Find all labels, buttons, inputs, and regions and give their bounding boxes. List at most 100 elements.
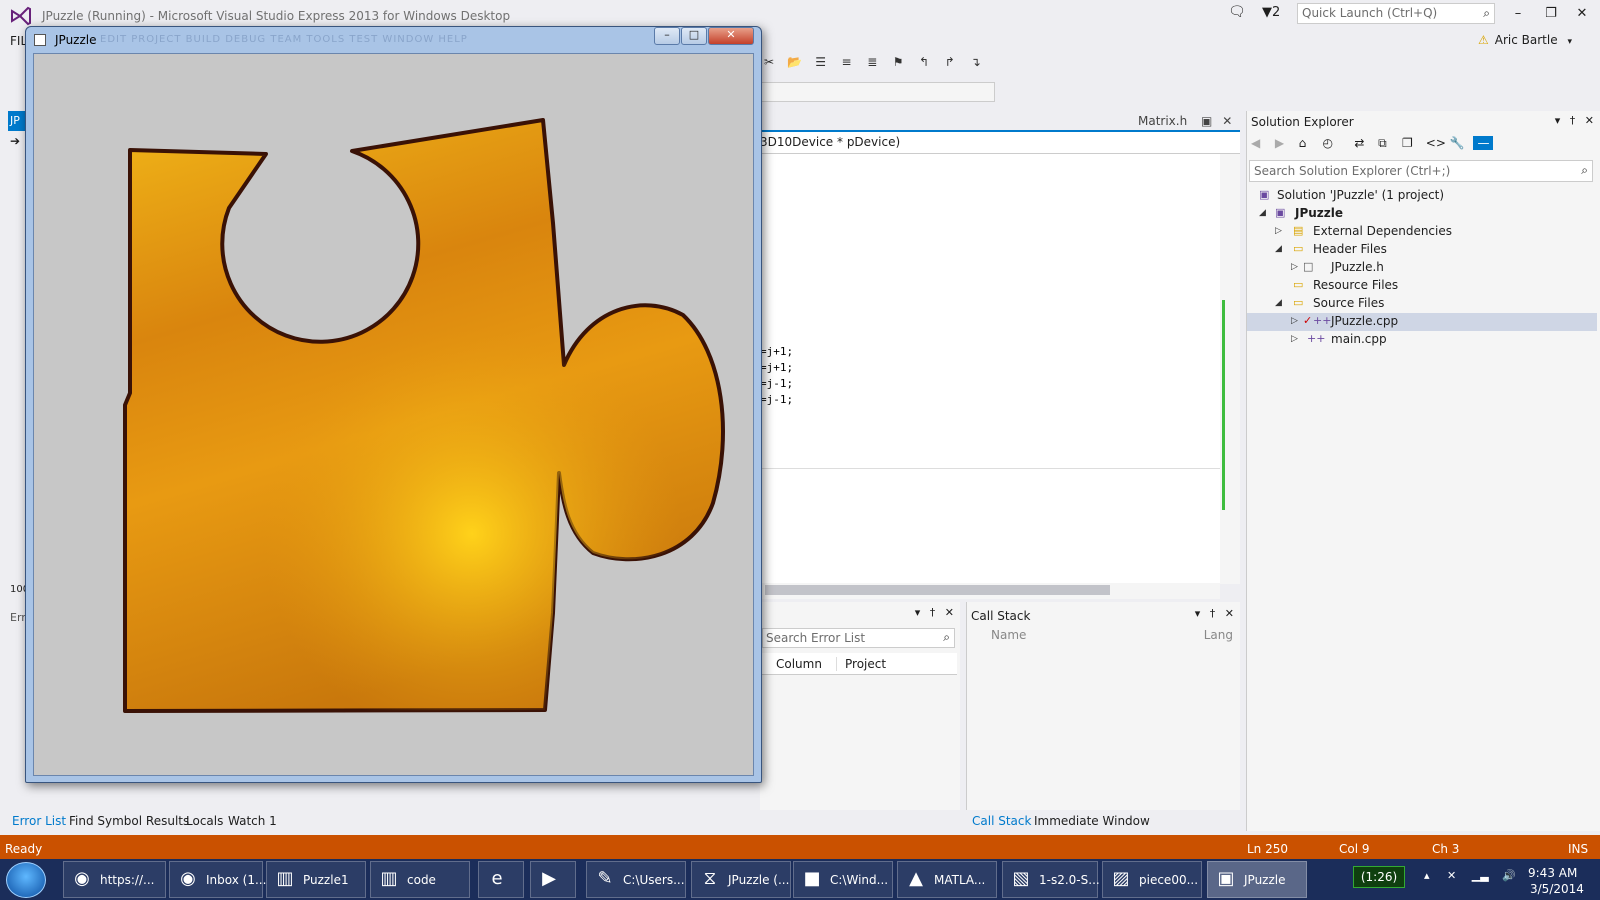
close-icon[interactable]: ✕ — [945, 606, 954, 619]
close-icon[interactable]: ✕ — [1222, 114, 1232, 128]
pin-icon[interactable]: ▣ — [1201, 114, 1212, 128]
toolbar-icon[interactable]: ↱ — [941, 55, 959, 69]
home-icon[interactable]: ⌂ — [1299, 136, 1319, 150]
show-hidden-icons-icon[interactable]: ▴ — [1424, 869, 1430, 882]
copy-icon[interactable]: ❐ — [1402, 136, 1422, 150]
maximize-button[interactable]: □ — [681, 27, 707, 45]
collapse-icon[interactable]: ⧉ — [1378, 136, 1398, 151]
tree-item-external-dependencies[interactable]: ▷ ▤ External Dependencies — [1247, 223, 1597, 241]
tab-error-list[interactable]: Error List — [12, 814, 66, 828]
forward-icon[interactable]: ▶ — [1275, 136, 1295, 150]
tree-item-project[interactable]: ◢ ▣ JPuzzle — [1247, 205, 1597, 223]
user-account[interactable]: ⚠ Aric Bartle ▾ — [1478, 33, 1572, 47]
clock-time[interactable]: 9:43 AM — [1528, 866, 1577, 880]
tree-item-solution[interactable]: ▣ Solution 'JPuzzle' (1 project) — [1247, 187, 1597, 205]
bookmark-icon[interactable]: ⚑ — [889, 55, 907, 69]
quick-launch-placeholder: Quick Launch (Ctrl+Q) — [1302, 6, 1438, 20]
scrollbar-thumb[interactable] — [765, 585, 1110, 595]
taskbar-item-label: https://... — [100, 873, 155, 887]
taskbar-item[interactable]: ▥ code — [370, 861, 470, 898]
signal-icon[interactable]: ▁▃ — [1472, 869, 1489, 882]
taskbar-item[interactable]: e — [478, 861, 524, 898]
column-header[interactable]: Lang — [1204, 628, 1233, 642]
search-icon: ⌕ — [943, 630, 950, 644]
editor-navigation-bar[interactable]: 3D10Device * pDevice) — [760, 132, 1240, 154]
code-editor[interactable] — [760, 154, 1220, 590]
back-icon[interactable]: ◀ — [1251, 136, 1271, 150]
taskbar-item[interactable]: ◉ https://... — [63, 861, 166, 898]
tab-immediate-window[interactable]: Immediate Window — [1034, 814, 1150, 828]
taskbar-item[interactable]: ▲ MATLA... — [897, 861, 997, 898]
taskbar-item[interactable]: ▶ — [530, 861, 576, 898]
solution-search-input[interactable]: Search Solution Explorer (Ctrl+;) ⌕ — [1249, 160, 1593, 182]
history-icon[interactable]: ◴ — [1322, 136, 1350, 150]
call-stack-header: Name Lang — [971, 626, 1237, 644]
toolbar-icon[interactable]: ☰ — [812, 55, 830, 69]
chevron-down-icon[interactable]: ▾ — [1555, 114, 1561, 127]
taskbar-item[interactable]: ▥ Puzzle1 — [266, 861, 366, 898]
clock-date[interactable]: 3/5/2014 — [1530, 882, 1584, 896]
expanded-arrow-icon[interactable]: ◢ — [1259, 208, 1266, 218]
close-button[interactable]: ✕ — [708, 27, 754, 45]
notifications-filter[interactable]: ▼2 — [1262, 5, 1280, 20]
close-icon[interactable]: ✕ — [1585, 114, 1594, 127]
close-icon[interactable]: ✕ — [1225, 607, 1234, 620]
taskbar-item[interactable]: ■ C:\Wind... — [793, 861, 893, 898]
collapsed-arrow-icon[interactable]: ▷ — [1291, 334, 1298, 344]
column-header[interactable]: Column — [776, 657, 822, 671]
taskbar-item[interactable]: ◉ Inbox (1... — [169, 861, 266, 898]
expanded-arrow-icon[interactable]: ◢ — [1275, 244, 1282, 254]
start-button[interactable] — [6, 862, 46, 898]
tab-locals[interactable]: Locals — [186, 814, 223, 828]
minimize-button[interactable]: – — [1508, 6, 1528, 22]
notification-icon[interactable]: 🗨 — [1228, 4, 1246, 20]
tree-item-resource-files[interactable]: ▭ Resource Files — [1247, 277, 1597, 295]
close-button[interactable]: ✕ — [1572, 6, 1592, 22]
taskbar-item[interactable]: ⧖ JPuzzle (... — [691, 861, 791, 898]
chevron-down-icon[interactable]: ▾ — [915, 606, 921, 619]
editor-splitter[interactable] — [760, 468, 1220, 469]
expanded-arrow-icon[interactable]: ◢ — [1275, 298, 1282, 308]
taskbar-item[interactable]: ✎ C:\Users... — [586, 861, 686, 898]
code-icon[interactable]: <> — [1426, 136, 1446, 150]
toolbar-icon[interactable]: ✂ — [760, 55, 778, 69]
tree-item-jpuzzle-h[interactable]: ▷ □ JPuzzle.h — [1247, 259, 1597, 277]
toolbar-icon[interactable]: ↰ — [915, 55, 933, 69]
properties-icon[interactable]: 🔧 — [1450, 136, 1470, 150]
toolbar-icon[interactable]: 📂 — [786, 55, 804, 69]
taskbar-item[interactable]: ▧ 1-s2.0-S... — [1002, 861, 1100, 898]
error-list-search-input[interactable]: Search Error List ⌕ — [762, 628, 955, 648]
quick-launch-input[interactable]: Quick Launch (Ctrl+Q) ⌕ — [1297, 3, 1495, 24]
taskbar-item[interactable]: ▨ piece00... — [1102, 861, 1202, 898]
collapsed-arrow-icon[interactable]: ▷ — [1291, 262, 1298, 272]
toolbar-dropdown[interactable] — [760, 82, 995, 102]
collapsed-arrow-icon[interactable]: ▷ — [1275, 226, 1282, 236]
column-header[interactable]: Project — [836, 657, 886, 671]
tree-item-header-files[interactable]: ◢ ▭ Header Files — [1247, 241, 1597, 259]
network-icon[interactable]: ✕ — [1447, 869, 1456, 882]
toolbar-icon[interactable]: ≣ — [863, 55, 881, 69]
column-header[interactable]: Name — [991, 628, 1026, 642]
pin-icon[interactable]: † — [930, 606, 936, 619]
taskbar-item[interactable]: ▣ JPuzzle — [1207, 861, 1307, 898]
volume-icon[interactable]: 🔊 — [1502, 869, 1516, 882]
chevron-down-icon[interactable]: ▾ — [1195, 607, 1201, 620]
toolbar-icon[interactable]: ≡ — [837, 55, 855, 69]
preview-icon[interactable]: — — [1473, 136, 1494, 150]
tree-item-jpuzzle-cpp[interactable]: ▷ ✓ ++ JPuzzle.cpp — [1247, 313, 1597, 331]
restore-button[interactable]: ❐ — [1541, 6, 1561, 22]
collapsed-arrow-icon[interactable]: ▷ — [1291, 316, 1298, 326]
tab-find-symbol-results[interactable]: Find Symbol Results — [69, 814, 189, 828]
pin-icon[interactable]: † — [1570, 114, 1576, 127]
battery-indicator[interactable]: (1:26) — [1353, 866, 1405, 888]
tab-matrix-h[interactable]: Matrix.h ▣ ✕ — [1138, 114, 1232, 128]
puzzle-piece[interactable] — [33, 53, 754, 776]
pin-icon[interactable]: † — [1210, 607, 1216, 620]
tree-item-source-files[interactable]: ◢ ▭ Source Files — [1247, 295, 1597, 313]
sync-icon[interactable]: ⇄ — [1354, 136, 1374, 150]
minimize-button[interactable]: – — [654, 27, 680, 45]
toolbar-icon[interactable]: ↴ — [967, 55, 985, 69]
tab-call-stack[interactable]: Call Stack — [972, 814, 1031, 828]
tab-watch-1[interactable]: Watch 1 — [228, 814, 277, 828]
tree-item-main-cpp[interactable]: ▷ ++ main.cpp — [1247, 331, 1597, 349]
